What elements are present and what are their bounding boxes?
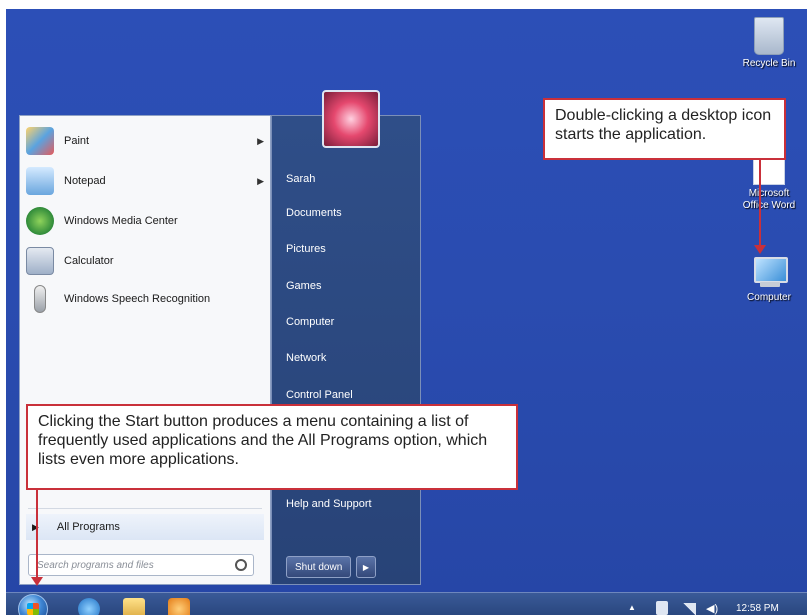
desktop-icon-label: Recycle Bin: [742, 58, 796, 69]
arrow-head-icon: [754, 245, 766, 254]
start-menu-item-help-and-support[interactable]: Help and Support: [286, 498, 372, 510]
all-programs-button[interactable]: ▶ All Programs: [26, 514, 264, 540]
network-icon[interactable]: [656, 601, 668, 615]
start-menu-item-pictures[interactable]: Pictures: [286, 243, 326, 255]
chevron-right-icon: ▶: [257, 175, 264, 186]
paint-icon: [26, 127, 54, 155]
media-center-icon: [26, 207, 54, 235]
internet-explorer-icon[interactable]: [78, 598, 100, 615]
desktop: Recycle Bin Microsoft Office Word Comput…: [6, 9, 807, 615]
chevron-right-icon: ▶: [257, 135, 264, 146]
recycle-bin-icon: [754, 17, 784, 55]
start-menu-item-speech-recognition[interactable]: Windows Speech Recognition: [26, 282, 264, 316]
signal-strength-icon[interactable]: [682, 603, 696, 615]
search-icon: [235, 559, 247, 571]
taskbar-clock[interactable]: 12:58 PM: [736, 603, 779, 614]
callout-desktop-icon: Double-clicking a desktop icon starts th…: [543, 98, 786, 160]
start-menu-item-control-panel[interactable]: Control Panel: [286, 389, 353, 401]
notepad-icon: [26, 167, 54, 195]
start-button[interactable]: [18, 594, 48, 615]
windows-logo-icon: [27, 603, 39, 615]
folder-icon[interactable]: [123, 598, 145, 615]
start-menu-item-computer[interactable]: Computer: [286, 316, 334, 328]
desktop-icon-recycle-bin[interactable]: Recycle Bin: [731, 17, 807, 70]
start-menu-item-network[interactable]: Network: [286, 352, 326, 364]
callout-arrow: [759, 159, 761, 249]
desktop-icon-label: Computer: [747, 292, 791, 303]
callout-start-button: Clicking the Start button produces a men…: [26, 404, 518, 490]
desktop-icon-word[interactable]: Microsoft Office Word: [731, 157, 807, 212]
computer-icon: [750, 255, 788, 289]
media-player-icon[interactable]: [168, 598, 190, 615]
start-menu-programs-pane: Paint ▶ Notepad ▶ Windows Media Center C…: [19, 115, 271, 585]
start-menu-item-notepad[interactable]: Notepad ▶: [26, 164, 264, 198]
callout-arrow: [36, 489, 38, 581]
start-menu-separator: [28, 508, 262, 509]
shutdown-options-button[interactable]: ▶: [356, 556, 376, 578]
chevron-right-icon: ▶: [362, 562, 370, 572]
shutdown-button[interactable]: Shut down: [286, 556, 352, 578]
start-menu-item-sarah[interactable]: Sarah: [286, 173, 315, 185]
start-menu-places-pane: Sarah Documents Pictures Games Computer …: [271, 90, 421, 585]
microphone-icon: [34, 285, 46, 313]
desktop-icon-computer[interactable]: Computer: [731, 255, 807, 304]
user-avatar[interactable]: [322, 90, 380, 148]
start-menu-item-paint[interactable]: Paint ▶: [26, 124, 264, 158]
start-menu-item-calculator[interactable]: Calculator: [26, 244, 264, 278]
start-menu-item-documents[interactable]: Documents: [286, 207, 342, 219]
desktop-icon-label: Microsoft Office Word: [742, 188, 796, 211]
search-input[interactable]: Search programs and files: [28, 554, 254, 576]
word-icon: [753, 157, 785, 185]
start-menu-item-games[interactable]: Games: [286, 280, 321, 292]
arrow-head-icon: [31, 577, 43, 586]
show-hidden-icons[interactable]: ▲: [628, 603, 636, 612]
volume-icon[interactable]: ◀): [706, 602, 718, 615]
taskbar: ▲ ◀) 12:58 PM: [6, 592, 807, 615]
start-menu-item-media-center[interactable]: Windows Media Center: [26, 204, 264, 238]
calculator-icon: [26, 247, 54, 275]
